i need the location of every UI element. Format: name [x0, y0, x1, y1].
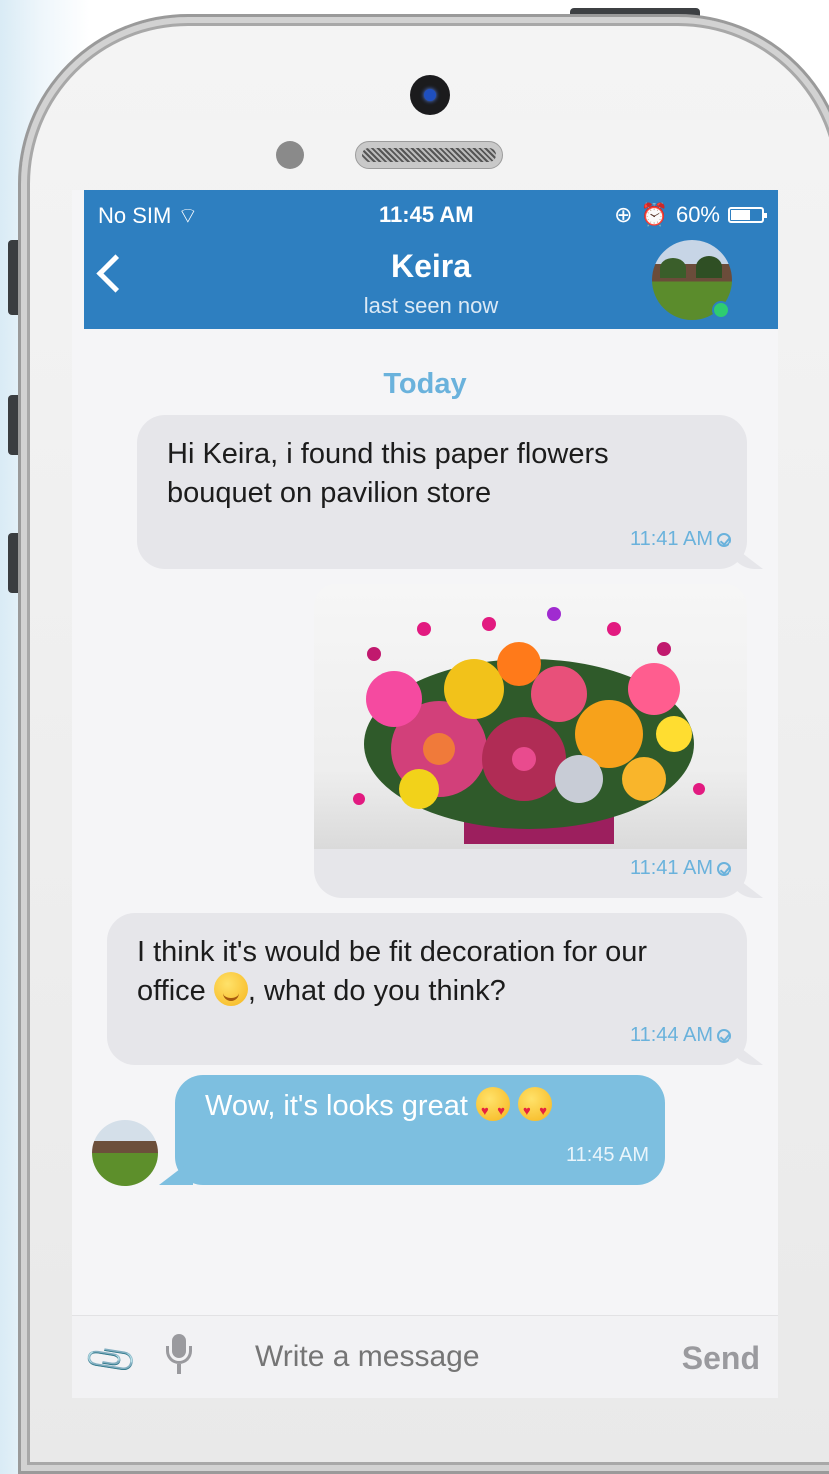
- bubble-tail: [729, 543, 763, 569]
- message-bubble-outgoing[interactable]: I think it's would be fit decoration for…: [107, 913, 763, 1065]
- read-check-icon: [717, 1028, 731, 1043]
- chat-header: No SIM ⌔ 11:45 AM ⊕ ⏰ 60% Keira last see…: [84, 190, 778, 329]
- online-indicator: [712, 301, 730, 319]
- heart-eyes-emoji-icon: [518, 1087, 553, 1130]
- flower-bouquet-image[interactable]: [314, 584, 747, 849]
- bouquet-illustration: [353, 607, 705, 844]
- message-composer: 📎 Send: [72, 1315, 778, 1398]
- front-camera: [410, 75, 450, 115]
- day-separator: Today: [383, 368, 467, 400]
- rotation-lock-icon: ⊕: [614, 202, 633, 227]
- chat-screen: No SIM ⌔ 11:45 AM ⊕ ⏰ 60% Keira last see…: [72, 190, 778, 1398]
- status-time: 11:45 AM: [379, 202, 474, 227]
- message-bubble-incoming[interactable]: Wow, it's looks great 11:45 AM: [159, 1075, 665, 1185]
- wifi-icon: ⌔: [177, 203, 199, 228]
- image-message-outgoing[interactable]: 11:41 AM: [314, 584, 763, 898]
- read-check-icon: [717, 532, 731, 547]
- message-bubble-outgoing[interactable]: Hi Keira, i found this paper flowers bou…: [137, 415, 763, 569]
- message-time: 11:45 AM: [565, 1144, 649, 1166]
- sender-avatar[interactable]: [92, 1120, 158, 1186]
- proximity-sensor: [276, 141, 304, 169]
- bubble-tail: [729, 1039, 763, 1065]
- heart-eyes-emoji-icon: [475, 1087, 510, 1130]
- battery-percent: 60%: [675, 202, 720, 227]
- bubble-tail: [729, 872, 763, 898]
- status-carrier: No SIM ⌔: [98, 203, 199, 228]
- message-text: Hi Keira, i found this paper flowers bou…: [167, 438, 609, 509]
- smiling-emoji-icon: [213, 972, 248, 1006]
- read-check-icon: [717, 861, 731, 876]
- message-text-end: , what do you think?: [247, 975, 506, 1007]
- status-right: ⊕ ⏰ 60%: [614, 202, 767, 228]
- message-time: 11:41 AM: [630, 849, 731, 888]
- message-time: 11:41 AM: [630, 520, 731, 559]
- send-button[interactable]: Send: [682, 1340, 760, 1377]
- microphone-icon[interactable]: [164, 1334, 194, 1378]
- attachment-paperclip-icon[interactable]: 📎: [82, 1331, 140, 1389]
- battery-icon: [728, 207, 767, 223]
- message-time: 11:44 AM: [630, 1016, 731, 1055]
- alarm-icon: ⏰: [640, 202, 668, 227]
- earpiece-speaker: [355, 141, 503, 169]
- message-input[interactable]: [253, 1339, 657, 1375]
- bubble-tail: [159, 1159, 193, 1185]
- message-text: Wow, it's looks great: [205, 1090, 476, 1122]
